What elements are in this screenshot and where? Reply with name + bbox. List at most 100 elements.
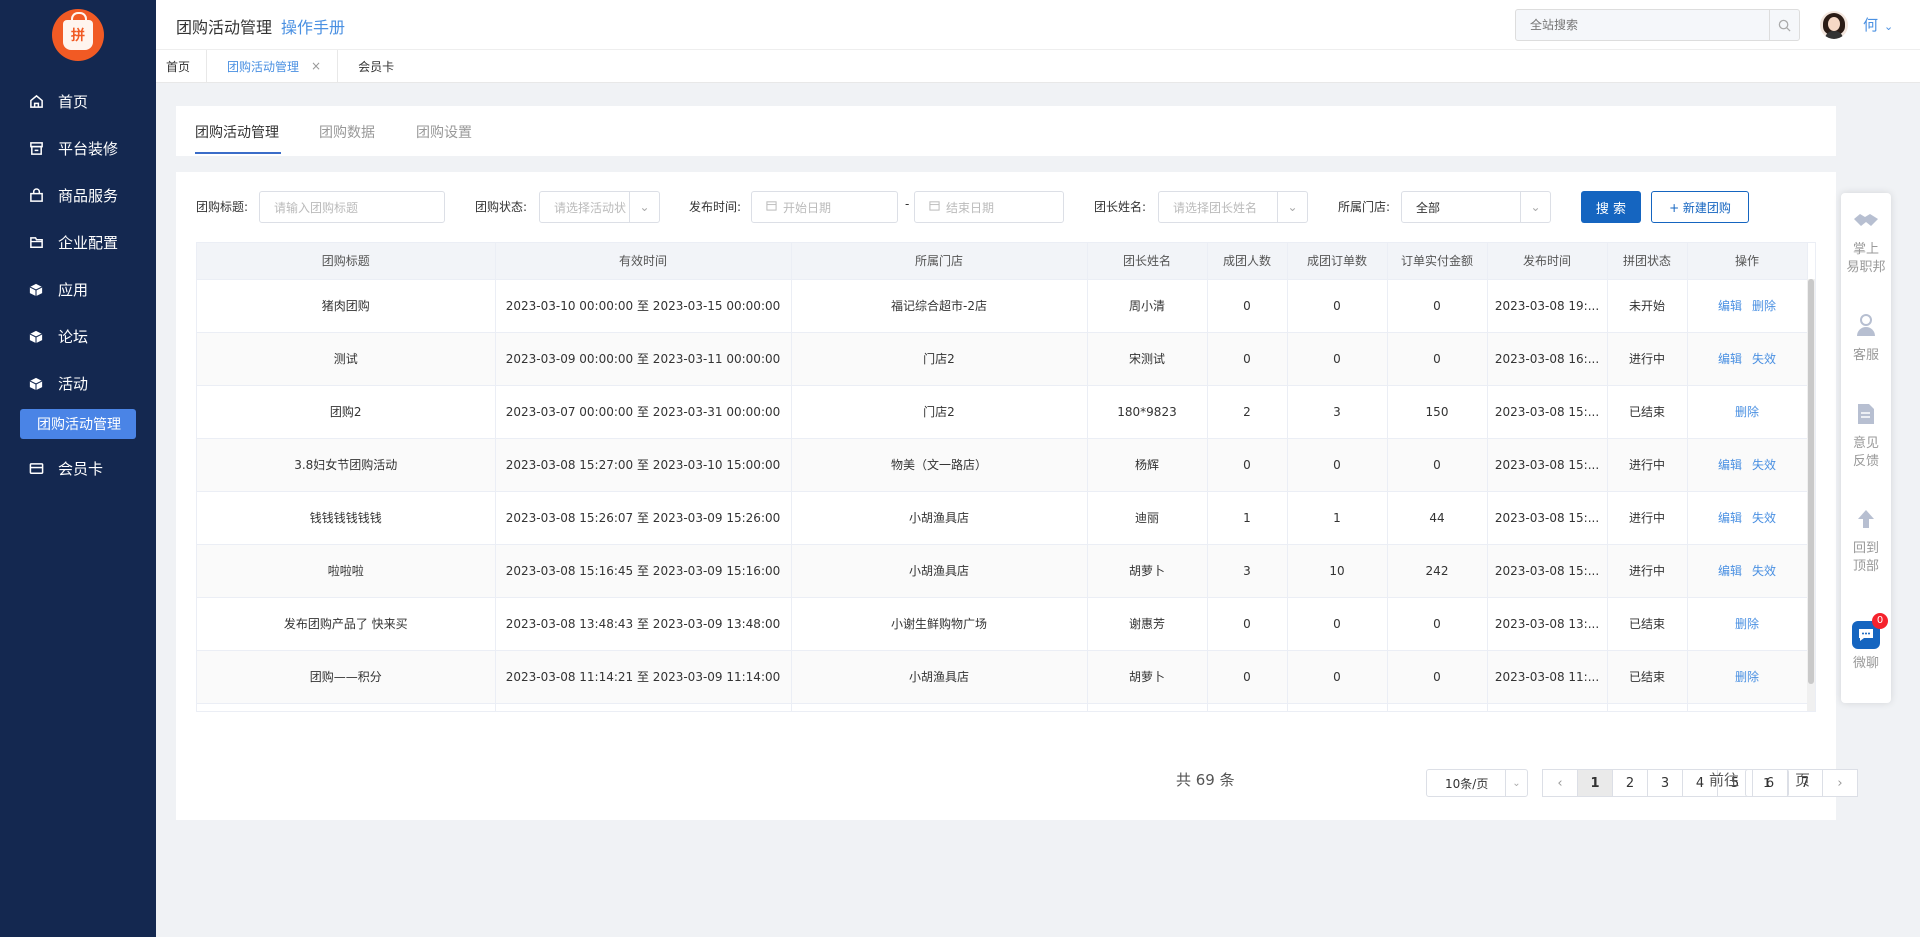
tab-group-buy[interactable]: 团购活动管理 × (207, 49, 339, 83)
app-logo[interactable]: 拼 (52, 9, 104, 61)
cell-actions: 删除 (1687, 385, 1808, 439)
edit-link[interactable]: 编辑 (1718, 458, 1742, 472)
active-tab-underline (195, 152, 281, 154)
cell-status: 已结束 (1607, 597, 1688, 651)
float-label: 微聊 (1852, 656, 1879, 671)
page-button[interactable]: 2 (1612, 769, 1648, 797)
next-page-button[interactable]: › (1822, 769, 1858, 797)
column-header: 发布时间 (1487, 243, 1608, 280)
user-menu[interactable]: 何 ⌄ (1863, 14, 1893, 35)
delete-link[interactable]: 删除 (1735, 617, 1759, 631)
sidebar-item-activity[interactable]: 活动 (0, 360, 156, 407)
cell-actions: 编辑失效 (1687, 544, 1808, 598)
cell-publish: 2023-03-08 11:... (1487, 650, 1608, 704)
disable-link[interactable]: 失效 (1752, 458, 1776, 472)
cell-orders: 0 (1287, 597, 1388, 651)
close-icon[interactable]: × (311, 59, 321, 73)
status-filter-label: 团购状态: (475, 200, 528, 214)
sidebar-item-enterprise[interactable]: 企业配置 (0, 219, 156, 266)
cell-people: 0 (1207, 332, 1288, 386)
back-to-top-button[interactable]: 回到 顶部 (1841, 508, 1891, 576)
edit-link[interactable]: 编辑 (1718, 299, 1742, 313)
global-search-input[interactable] (1516, 10, 1756, 40)
cell-time: 2023-03-09 00:00:00 至 2023-03-11 00:00:0… (495, 332, 792, 386)
cell-status: 进行中 (1607, 703, 1688, 711)
cell-time: 2023-03-08 11:14:21 至 2023-03-09 11:14:0… (495, 650, 792, 704)
cell-leader: 宋测试 (1087, 332, 1208, 386)
leader-filter-label: 团长姓名: (1094, 200, 1147, 214)
cell-title: 3.8妇女节团购活动 (197, 438, 496, 492)
tab-member-card[interactable]: 会员卡 (338, 50, 410, 83)
document-icon (1841, 403, 1891, 431)
cell-time: 2023-03-08 15:26:07 至 2023-03-09 15:26:0… (495, 491, 792, 545)
subtabs: 团购活动管理 团购数据 团购设置 (176, 106, 1836, 156)
page-button[interactable]: 1 (1577, 769, 1613, 797)
edit-link[interactable]: 编辑 (1718, 564, 1742, 578)
feedback-link[interactable]: 意见 反馈 (1841, 403, 1891, 471)
cell-amount: 150 (1387, 385, 1488, 439)
cell-status: 已结束 (1607, 385, 1688, 439)
cell-actions: 编辑失效 (1687, 703, 1808, 711)
prev-page-button[interactable]: ‹ (1542, 769, 1578, 797)
search-button[interactable]: 搜 索 (1581, 191, 1641, 223)
cell-title: 钱钱钱钱钱钱 (197, 491, 496, 545)
mobile-app-link[interactable]: 掌上 易职邦 (1841, 211, 1891, 277)
new-group-buy-button[interactable]: + 新建团购 (1651, 191, 1749, 223)
search-icon[interactable] (1769, 10, 1799, 40)
calendar-icon (766, 200, 777, 214)
delete-link[interactable]: 删除 (1735, 405, 1759, 419)
cell-orders: 0 (1287, 703, 1388, 711)
sidebar-item-apps[interactable]: 应用 (0, 266, 156, 313)
sidebar-item-goods[interactable]: 商品服务 (0, 172, 156, 219)
edit-link[interactable]: 编辑 (1718, 352, 1742, 366)
cell-status: 未开始 (1607, 279, 1688, 333)
start-date-input[interactable]: 开始日期 (751, 191, 898, 223)
cell-amount: 0 (1387, 438, 1488, 492)
end-date-input[interactable]: 结束日期 (914, 191, 1064, 223)
page-button[interactable]: 3 (1647, 769, 1683, 797)
scrollbar-thumb[interactable] (1808, 279, 1814, 684)
cell-store: 小胡渔具店 (791, 491, 1088, 545)
delete-link[interactable]: 删除 (1752, 299, 1776, 313)
sidebar-item-home[interactable]: 首页 (0, 78, 156, 125)
table-header-row: 团购标题 有效时间 所属门店 团长姓名 成团人数 成团订单数 订单实付金额 发布… (197, 243, 1808, 280)
chevron-down-icon: ⌄ (629, 192, 659, 222)
disable-link[interactable]: 失效 (1752, 564, 1776, 578)
column-header: 拼团状态 (1607, 243, 1688, 280)
cell-publish: 2023-03-08 15:... (1487, 544, 1608, 598)
leader-filter-select[interactable]: 请选择团长姓名 ⌄ (1158, 191, 1308, 223)
sidebar-item-forum[interactable]: 论坛 (0, 313, 156, 360)
disable-link[interactable]: 失效 (1752, 511, 1776, 525)
cell-orders: 1 (1287, 491, 1388, 545)
subtab-data[interactable]: 团购数据 (319, 122, 375, 142)
subtab-manage[interactable]: 团购活动管理 (195, 122, 279, 142)
sidebar-item-decoration[interactable]: 平台装修 (0, 125, 156, 172)
delete-link[interactable]: 删除 (1735, 670, 1759, 684)
sidebar-item-member-card[interactable]: 会员卡 (0, 445, 156, 492)
disable-link[interactable]: 失效 (1752, 352, 1776, 366)
user-avatar[interactable] (1820, 11, 1848, 39)
cell-leader: 阿三 (1087, 703, 1208, 711)
cell-orders: 0 (1287, 650, 1388, 704)
goto-page-input[interactable]: 1 (1745, 769, 1789, 797)
status-filter-placeholder: 请选择活动状 (554, 200, 627, 215)
page-size-select[interactable]: 10条/页 ⌄ (1426, 769, 1528, 797)
cell-people: 1 (1207, 491, 1288, 545)
folder-icon (28, 235, 44, 251)
avatar-face (1828, 17, 1840, 31)
chat-button[interactable]: 0 微聊 (1841, 613, 1891, 673)
edit-link[interactable]: 编辑 (1718, 511, 1742, 525)
column-header: 有效时间 (495, 243, 792, 280)
cell-time: 2023-03-08 10:50:17 至 2023-03-09 10:50:0… (495, 703, 792, 711)
sidebar-item-label: 首页 (58, 93, 89, 111)
customer-service-link[interactable]: 客服 (1841, 313, 1891, 365)
title-filter-input[interactable]: 请输入团购标题 (259, 191, 445, 223)
manual-link[interactable]: 操作手册 (281, 14, 345, 38)
status-filter-select[interactable]: 请选择活动状 ⌄ (539, 191, 660, 223)
subtab-settings[interactable]: 团购设置 (416, 122, 472, 142)
table-scrollbar[interactable] (1807, 279, 1815, 711)
store-filter-select[interactable]: 全部 ⌄ (1401, 191, 1551, 223)
cell-publish: 2023-03-08 16:... (1487, 332, 1608, 386)
tab-home[interactable]: 首页 (156, 49, 208, 83)
sidebar-subitem-group-buy[interactable]: 团购活动管理 (20, 409, 136, 439)
